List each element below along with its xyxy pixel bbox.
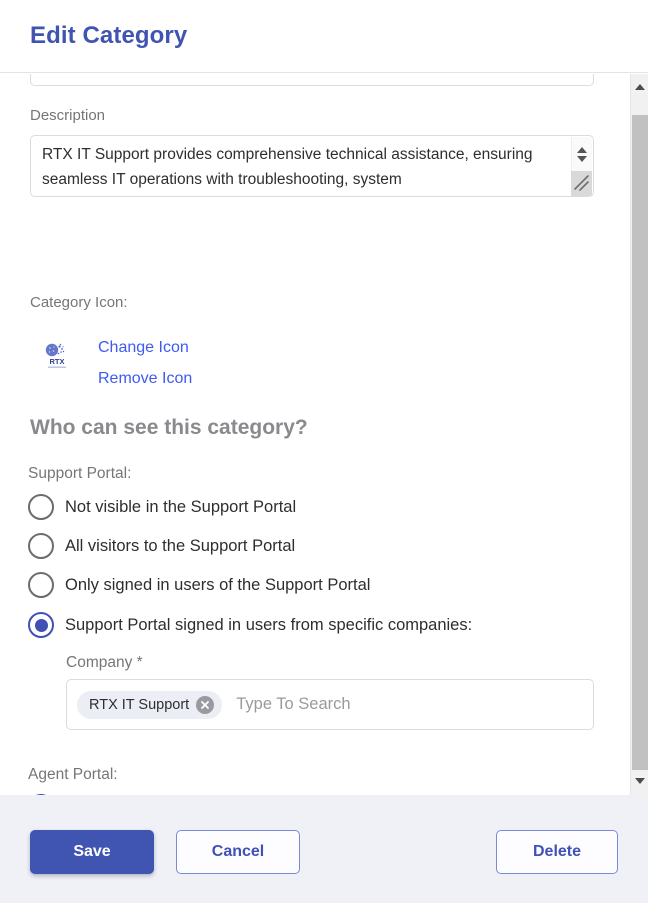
company-search-placeholder[interactable]: Type To Search [236,695,350,714]
description-label: Description [30,107,106,124]
agent-portal-label: Agent Portal: [28,766,118,783]
radio-indicator[interactable] [28,494,54,520]
page-title: Edit Category [30,22,188,49]
textarea-resize-handle[interactable] [571,171,592,196]
support-portal-label: Support Portal: [28,465,132,482]
change-icon-link[interactable]: Change Icon [98,339,189,357]
spinner-down-icon[interactable] [577,155,587,162]
radio-indicator[interactable] [28,612,54,638]
vertical-scrollbar[interactable] [630,74,648,795]
chevron-up-icon [634,83,645,90]
radio-label: Support Portal signed in users from spec… [65,615,473,634]
rtx-logo-icon: RTX [40,339,74,373]
company-label: Company * [66,654,143,671]
radio-only-signed-in[interactable]: Only signed in users of the Support Port… [28,572,370,598]
chevron-down-icon [634,777,645,784]
description-field[interactable]: RTX IT Support provides comprehensive te… [30,135,594,197]
radio-label: Not visible in the Support Portal [65,497,297,516]
spinner-up-icon[interactable] [577,146,587,153]
radio-label: All visitors to the Support Portal [65,536,296,555]
radio-not-visible[interactable]: Not visible in the Support Portal [28,494,296,520]
delete-button[interactable]: Delete [496,830,618,874]
radio-all-visitors[interactable]: All visitors to the Support Portal [28,533,295,559]
company-input[interactable]: RTX IT Support Type To Search [66,679,594,730]
remove-icon-link[interactable]: Remove Icon [98,370,192,388]
radio-indicator[interactable] [28,533,54,559]
save-button[interactable]: Save [30,830,154,874]
name-field-clipped[interactable] [30,74,594,86]
dialog-footer: Save Cancel Delete [0,795,648,903]
scroll-down-button[interactable] [631,772,648,789]
radio-specific-companies[interactable]: Support Portal signed in users from spec… [28,612,472,638]
company-chip[interactable]: RTX IT Support [77,690,223,719]
visibility-heading: Who can see this category? [30,416,308,439]
scroll-up-button[interactable] [631,78,648,95]
description-spinner[interactable] [571,137,592,171]
form-scroll-area: Description RTX IT Support provides comp… [0,74,630,795]
category-icon-label: Category Icon: [30,294,128,311]
description-value: RTX IT Support provides comprehensive te… [42,146,537,188]
svg-text:RTX: RTX [50,357,65,366]
radio-indicator[interactable] [28,572,54,598]
cancel-button[interactable]: Cancel [176,830,300,874]
close-circle-icon[interactable] [196,695,215,714]
edit-category-dialog: Edit Category Description RTX IT Support… [0,0,648,903]
scrollbar-thumb[interactable] [632,115,648,770]
company-chip-label: RTX IT Support [89,696,190,713]
dialog-header: Edit Category [0,0,648,73]
radio-label: Only signed in users of the Support Port… [65,575,371,594]
